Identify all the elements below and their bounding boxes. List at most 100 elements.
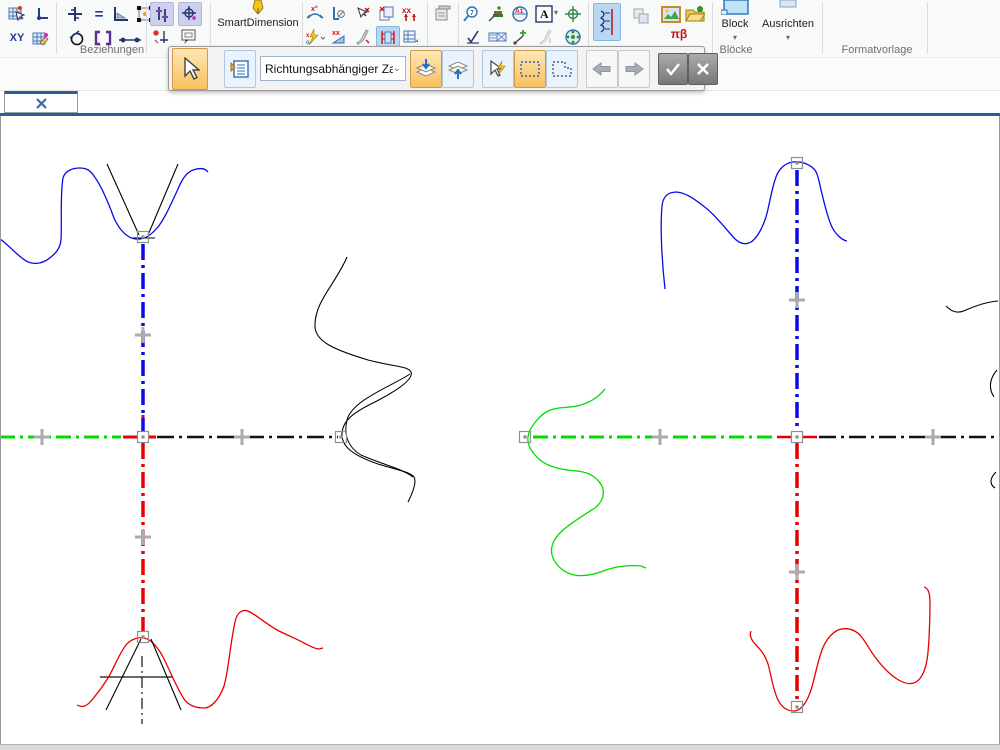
picture-icon[interactable] [660, 3, 682, 25]
poly-fence-icon [551, 60, 573, 78]
smartdimension-button[interactable]: SmartDimension [214, 0, 302, 44]
rect-fence-button[interactable] [514, 50, 546, 88]
square-marker [792, 158, 803, 169]
group-label-formatvorlage: Formatvorlage [842, 44, 913, 56]
solid-edge-window: XY = Beziehungen [0, 0, 1000, 750]
ausrichten-button[interactable]: Ausrichten ▾ [756, 0, 820, 44]
angle-between-icon[interactable]: x° [304, 3, 326, 25]
feature-frame-icon[interactable] [487, 26, 509, 48]
next-button[interactable] [618, 50, 650, 88]
grid-edit-icon[interactable] [30, 27, 52, 49]
layers-down-icon [415, 58, 437, 80]
combobox-chevron-icon: ⌄ [393, 63, 401, 74]
dimension-pair-icon[interactable]: xx [400, 3, 422, 25]
relation-perpendicular-icon[interactable] [110, 3, 132, 25]
middle-black-spline-inner [346, 374, 413, 477]
block-dropdown-arrow: ▾ [733, 33, 737, 42]
block-button[interactable]: Block ▾ [716, 0, 754, 44]
delete-dimension-icon[interactable] [352, 3, 374, 25]
equal-text: = [95, 6, 104, 23]
svg-text:A1: A1 [515, 8, 524, 15]
fence-mode-combobox[interactable]: Richtungsabhängiger Zaun ⌄ [260, 56, 406, 81]
svg-text:7: 7 [470, 10, 474, 17]
endpoint-markers[interactable] [138, 158, 803, 713]
ribbon-divider [927, 2, 928, 54]
move-dimension-icon[interactable] [400, 26, 422, 48]
grid-cursor-icon[interactable] [6, 3, 28, 25]
block-label: Block [722, 18, 749, 30]
group-squares-icon[interactable] [630, 5, 652, 27]
rect-fence-icon [519, 60, 541, 78]
ausrichten-dropdown-arrow: ▾ [786, 33, 790, 42]
quickpick-button[interactable] [482, 50, 514, 88]
cross-marker [652, 429, 668, 445]
tab-close-icon[interactable] [35, 97, 48, 110]
smartdimension-pen-icon [251, 0, 265, 14]
open-folder-icon[interactable] [684, 3, 706, 25]
fence-mode-value: Richtungsabhängiger Zaun [265, 62, 393, 76]
add-leader-icon[interactable] [511, 26, 533, 48]
poly-fence-button[interactable] [546, 50, 578, 88]
check-icon [665, 62, 681, 76]
cross-marker [135, 529, 151, 545]
axis-icon[interactable] [32, 3, 54, 25]
sketch-svg [1, 116, 999, 744]
relation-equal-icon[interactable]: = [88, 3, 110, 25]
copy-dimension-icon[interactable] [376, 3, 398, 25]
datum-check-icon[interactable] [463, 26, 485, 48]
group-label-beziehungen: Beziehungen [80, 44, 144, 56]
offset-rect-icon[interactable] [178, 26, 200, 48]
cross-marker [789, 292, 805, 308]
right-gear-red-spline [750, 587, 930, 711]
middle-green-spline [528, 389, 646, 576]
svg-text:x: x [306, 33, 310, 39]
arrow-left-icon [592, 62, 612, 76]
cross-marker [925, 429, 941, 445]
balloon-a1-icon[interactable]: A1 [509, 3, 531, 25]
style-brush-icon[interactable] [352, 26, 374, 48]
square-marker [138, 632, 149, 643]
layers-up-icon [447, 58, 469, 80]
left-top-flank-lines [107, 164, 178, 238]
leader-stamp-icon[interactable] [485, 3, 507, 25]
properties-button[interactable] [224, 50, 256, 88]
disabled-brush-icon[interactable] [535, 26, 557, 48]
cursor-flash-icon [488, 59, 508, 79]
stamp-icon[interactable] [432, 3, 454, 25]
relation-connect-points-icon[interactable] [150, 2, 174, 26]
square-marker [138, 432, 149, 443]
select-tool-button[interactable] [172, 48, 208, 90]
far-right-black-arc-3 [991, 472, 996, 488]
svg-text:xx: xx [332, 30, 340, 37]
previous-button[interactable] [586, 50, 618, 88]
trim-points-icon[interactable] [150, 26, 172, 48]
cancel-button[interactable] [688, 53, 718, 85]
text-box-icon[interactable]: A [533, 3, 555, 25]
xy-coordinates-icon[interactable]: XY [6, 27, 28, 49]
ribbon-divider [56, 2, 57, 54]
zoom-seven-icon[interactable]: 7 [461, 3, 483, 25]
symbols-icon[interactable]: πβ [664, 23, 694, 45]
close-icon [696, 62, 710, 76]
smart-depth-icon[interactable]: xo [304, 26, 326, 48]
right-gear-blue-spline [661, 162, 847, 289]
pi-beta-text: πβ [671, 27, 688, 41]
text-dropdown-arrow[interactable]: ▾ [554, 8, 558, 17]
fence-pattern-icon[interactable] [593, 3, 621, 41]
top-layer-button[interactable] [410, 50, 442, 88]
square-marker [792, 432, 803, 443]
document-tab[interactable] [4, 91, 78, 113]
xy-text: XY [10, 32, 25, 44]
relation-hv-icon[interactable] [64, 3, 86, 25]
drawing-canvas[interactable] [0, 116, 1000, 744]
bottom-edge-bar [0, 744, 1000, 750]
center-mark-icon[interactable] [562, 3, 584, 25]
accept-button[interactable] [658, 53, 688, 85]
crosshair-point-icon[interactable] [178, 2, 202, 26]
bolt-circle-icon[interactable] [562, 26, 584, 48]
bottom-layer-button[interactable] [442, 50, 474, 88]
ribbon-divider [712, 2, 713, 54]
distance-diameter-icon[interactable] [328, 3, 350, 25]
coordinate-dimension-icon[interactable]: xx [328, 26, 350, 48]
arrow-right-icon [624, 62, 644, 76]
